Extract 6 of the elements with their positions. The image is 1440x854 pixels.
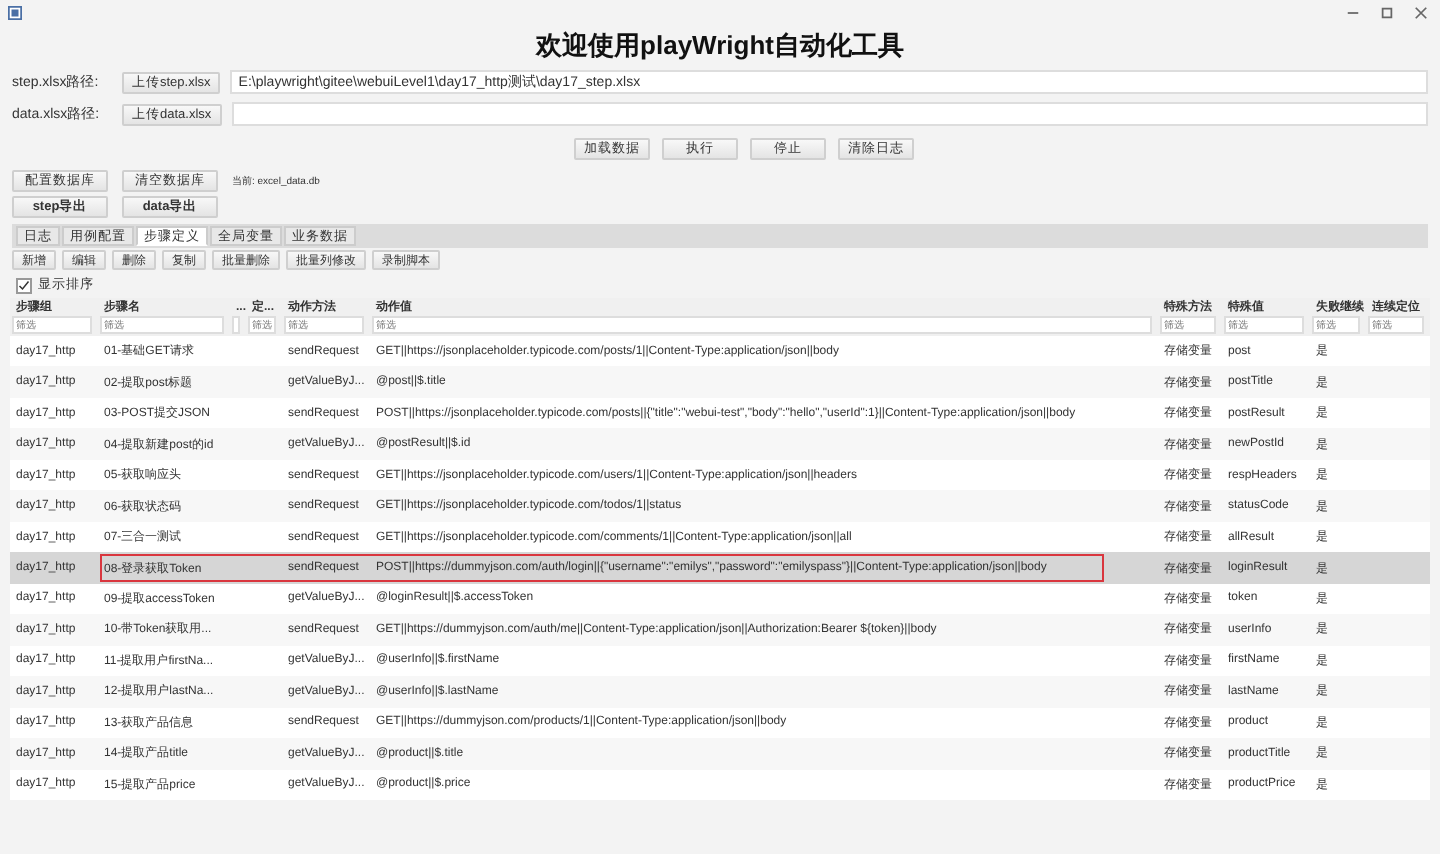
checkbox[interactable] [16,277,32,293]
maximize-icon[interactable] [1380,5,1394,19]
path-field[interactable] [231,102,1428,126]
close-icon[interactable] [1414,5,1428,19]
window-title: 欢迎使用playWright自动化工具 [533,28,906,64]
app-icon [8,5,22,19]
